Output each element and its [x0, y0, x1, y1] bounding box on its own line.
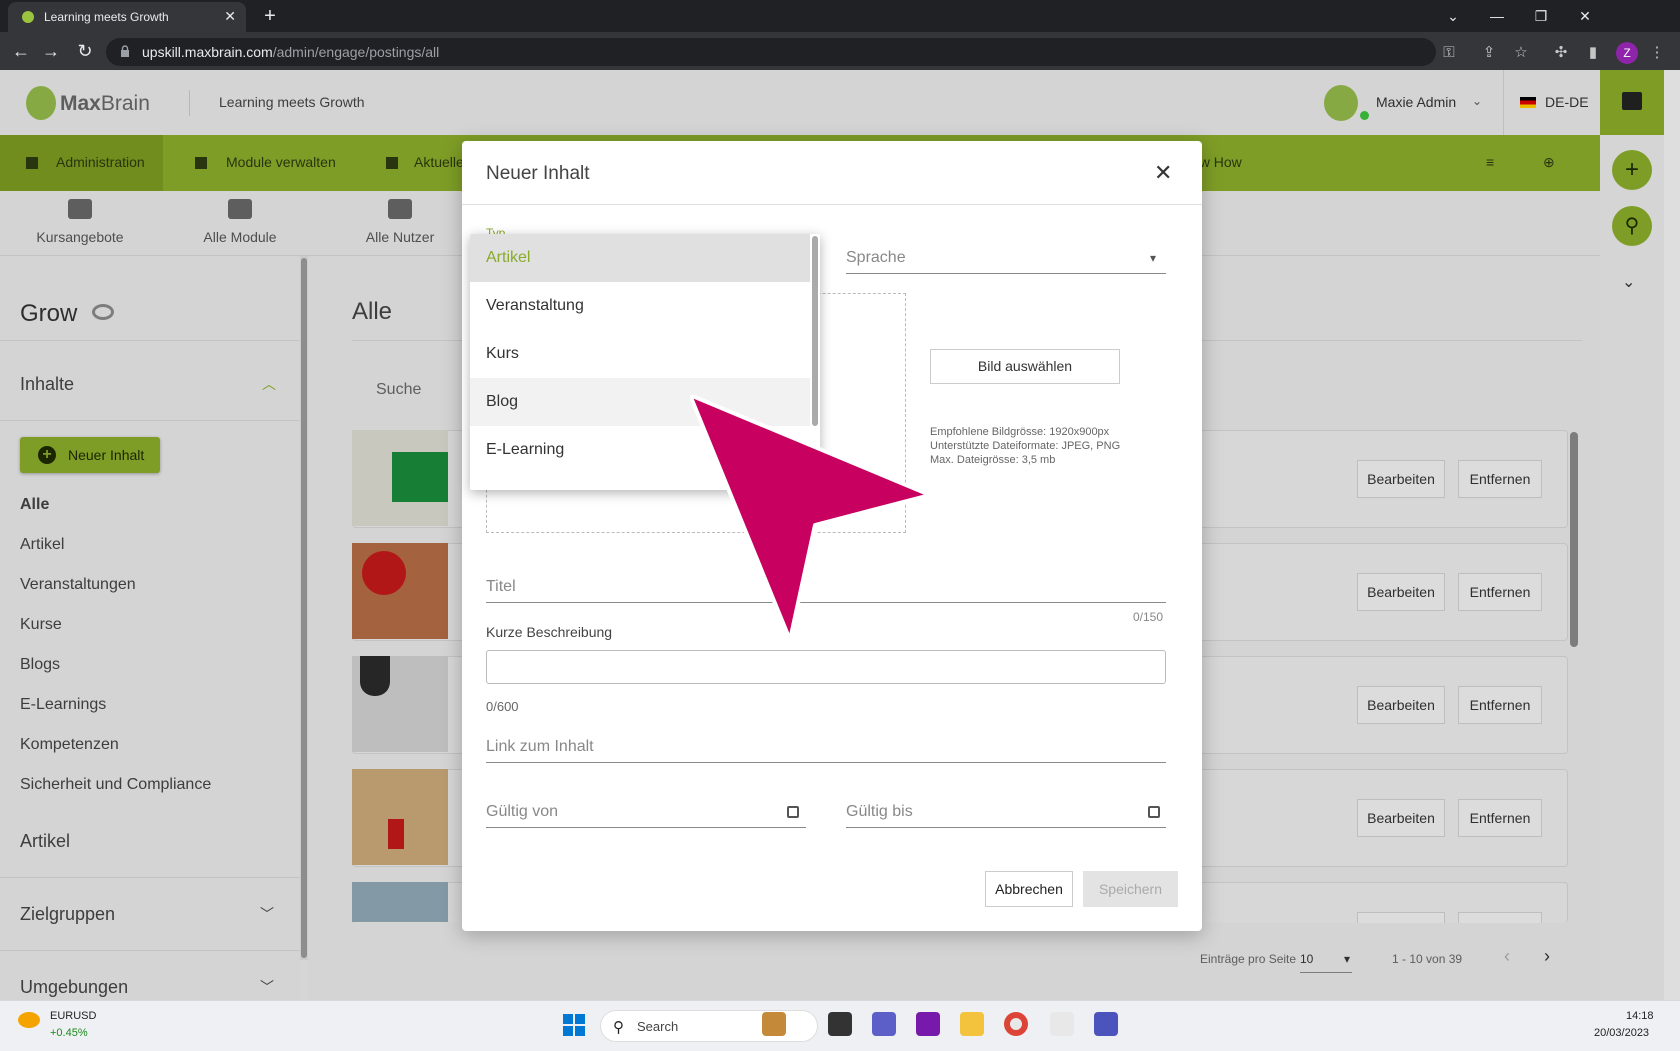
dialog-divider	[462, 204, 1202, 205]
weather-icon[interactable]	[18, 1012, 40, 1028]
link-underline	[486, 762, 1166, 763]
key-icon[interactable]: ⚿	[1438, 42, 1460, 64]
close-icon[interactable]: ✕	[1154, 160, 1172, 186]
minimize-button[interactable]: —	[1474, 4, 1520, 28]
dropdown-option-kurs[interactable]: Kurs	[470, 330, 810, 378]
new-tab-button[interactable]: +	[258, 5, 282, 29]
clock-time[interactable]: 14:18	[1626, 1010, 1654, 1022]
windows-start-icon[interactable]	[563, 1014, 585, 1036]
calendar-icon[interactable]	[1148, 806, 1160, 818]
language-select[interactable]: Sprache	[846, 249, 906, 267]
language-underline	[846, 273, 1166, 274]
browser-menu-icon[interactable]: ⋮	[1646, 42, 1668, 64]
chevron-down-icon[interactable]: ▾	[1150, 251, 1156, 265]
title-char-count: 0/150	[1133, 610, 1164, 624]
image-maxsize-hint: Max. Dateigrösse: 3,5 mb	[930, 454, 1056, 466]
extensions-icon[interactable]: ✣	[1550, 42, 1572, 64]
teams-chat-icon[interactable]	[872, 1012, 896, 1036]
tab-search-icon[interactable]: ⌄	[1430, 4, 1476, 28]
image-size-hint: Empfohlene Bildgrösse: 1920x900px	[930, 426, 1110, 438]
side-panel-icon[interactable]: ▮	[1582, 42, 1604, 64]
close-window-button[interactable]: ✕	[1562, 4, 1608, 28]
search-icon: ⚲	[613, 1019, 624, 1036]
search-placeholder: Search	[637, 1019, 679, 1034]
short-description-char-count: 0/600	[486, 699, 519, 714]
bookmark-star-icon[interactable]: ☆	[1510, 42, 1532, 64]
briefcase-icon[interactable]	[762, 1012, 786, 1036]
select-image-button[interactable]: Bild auswählen	[930, 349, 1120, 384]
valid-to-underline	[846, 827, 1166, 828]
onenote-icon[interactable]	[916, 1012, 940, 1036]
chrome-icon[interactable]	[1004, 1012, 1028, 1036]
share-icon[interactable]: ⇪	[1478, 42, 1500, 64]
restore-button[interactable]: ❐	[1518, 4, 1564, 28]
slack-icon[interactable]	[1050, 1012, 1074, 1036]
valid-to-input[interactable]: Gültig bis	[846, 803, 913, 821]
back-icon[interactable]: ←	[10, 40, 32, 62]
save-button[interactable]: Speichern	[1083, 871, 1178, 907]
short-description-label: Kurze Beschreibung	[486, 624, 613, 640]
cancel-button[interactable]: Abbrechen	[985, 871, 1073, 907]
dropdown-option-artikel[interactable]: Artikel	[470, 234, 810, 282]
annotation-arrow	[690, 395, 932, 642]
profile-avatar[interactable]: Z	[1616, 42, 1638, 64]
url-text[interactable]: upskill.maxbrain.com/admin/engage/postin…	[142, 44, 439, 60]
valid-from-input[interactable]: Gültig von	[486, 803, 558, 821]
favicon-icon	[22, 11, 34, 23]
browser-tab-title: Learning meets Growth	[44, 10, 169, 24]
link-input[interactable]: Link zum Inhalt	[486, 738, 594, 756]
calendar-icon[interactable]	[787, 806, 799, 818]
forward-icon[interactable]: →	[40, 40, 62, 62]
lock-icon[interactable]	[120, 45, 130, 57]
image-format-hint: Unterstützte Dateiformate: JPEG, PNG	[930, 440, 1121, 452]
ticker-change[interactable]: +0.45%	[50, 1027, 88, 1039]
title-input[interactable]: Titel	[486, 578, 516, 596]
reload-icon[interactable]: ↻	[74, 40, 96, 62]
dialog-title: Neuer Inhalt	[486, 163, 590, 184]
dropdown-option-veranstaltung[interactable]: Veranstaltung	[470, 282, 810, 330]
file-explorer-icon[interactable]	[960, 1012, 984, 1036]
teams-icon[interactable]	[1094, 1012, 1118, 1036]
browser-tab-bar	[0, 0, 1680, 32]
short-description-input[interactable]	[486, 650, 1166, 684]
valid-from-underline	[486, 827, 806, 828]
browser-tab[interactable]: Learning meets Growth ✕	[8, 2, 246, 32]
close-tab-icon[interactable]: ✕	[224, 8, 236, 25]
clock-date[interactable]: 20/03/2023	[1594, 1027, 1649, 1039]
task-view-icon[interactable]	[828, 1012, 852, 1036]
ticker-symbol[interactable]: EURUSD	[50, 1010, 96, 1022]
